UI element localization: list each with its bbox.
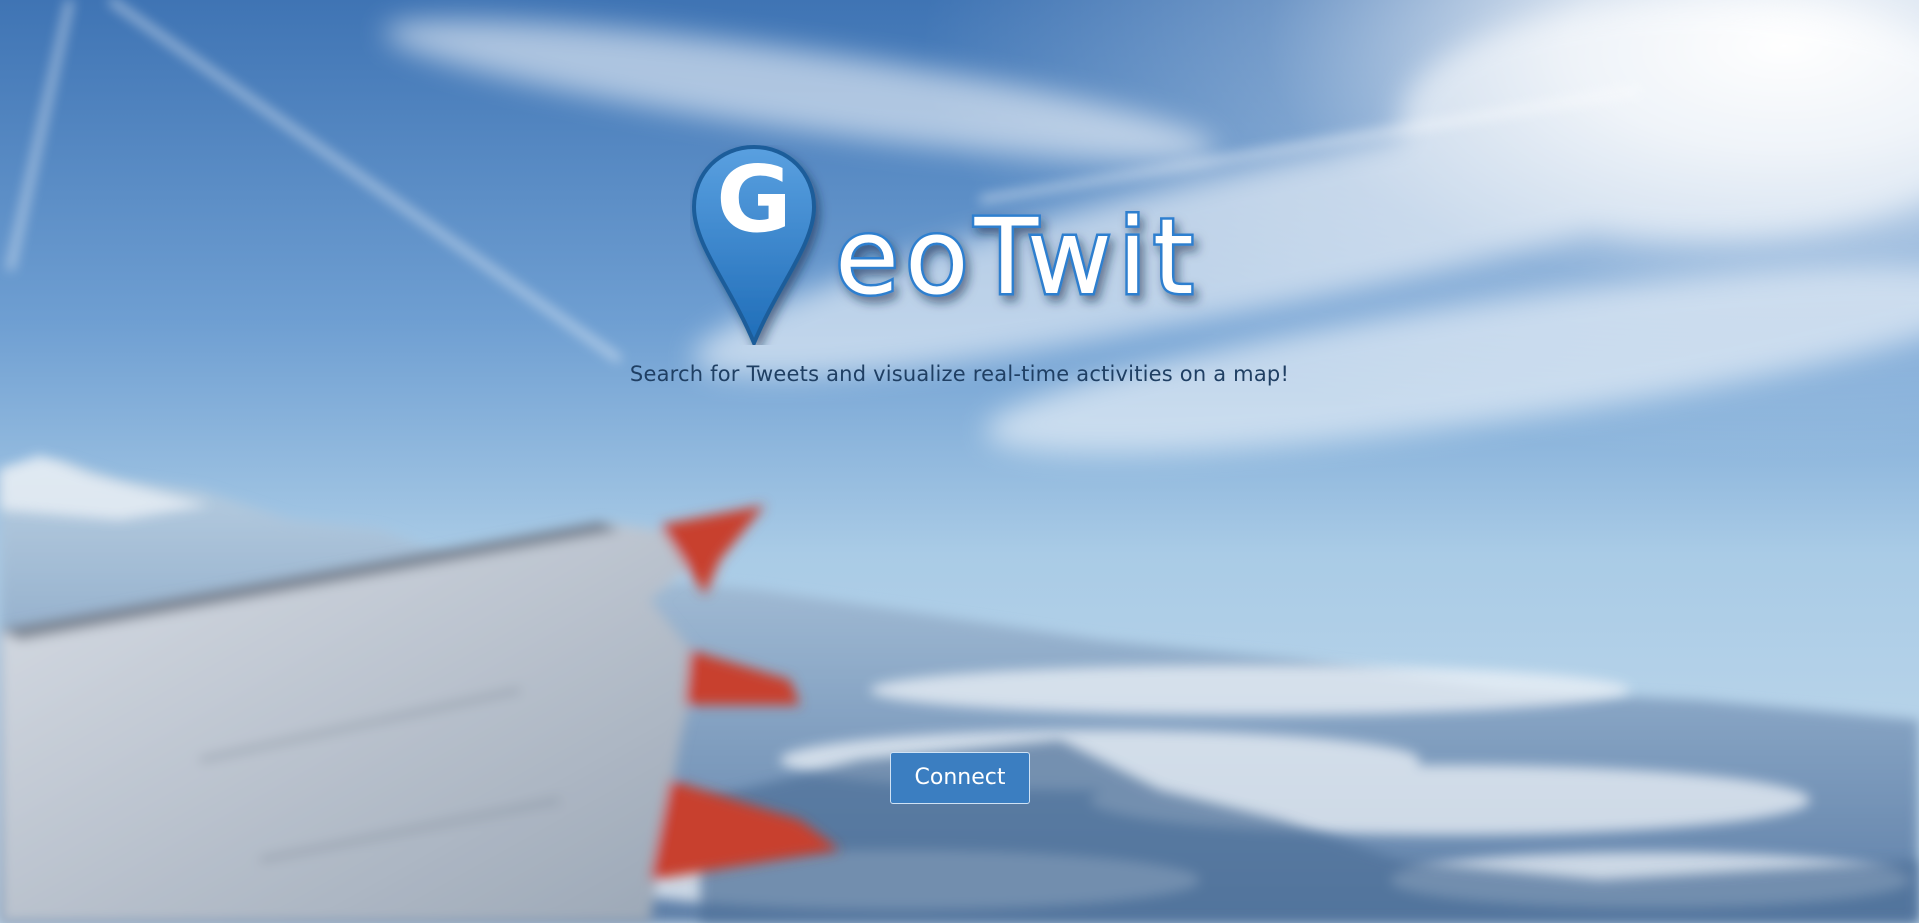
tagline: Search for Tweets and visualize real-tim… [629, 362, 1290, 386]
landing-page: G eoTwit Search for Tweets and visualize… [0, 0, 1919, 923]
logo-initial: G [716, 146, 792, 253]
geotwit-logo: G eoTwit [690, 145, 1230, 345]
connect-button[interactable]: Connect [890, 752, 1030, 804]
logo-wordmark: eoTwit [835, 196, 1200, 318]
